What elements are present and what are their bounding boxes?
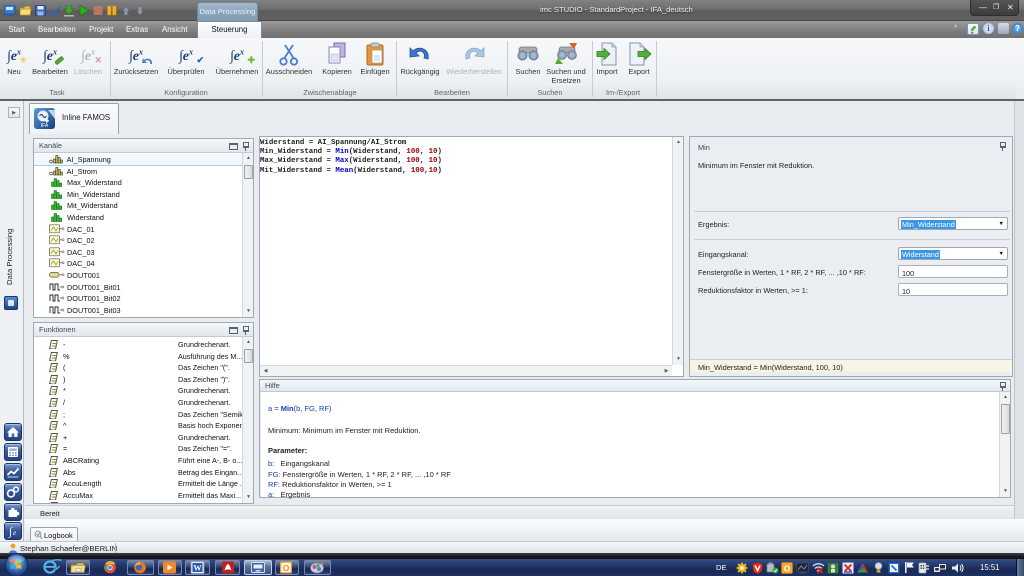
svg-text:IFA: IFA — [41, 123, 49, 129]
svg-text:e: e — [13, 529, 16, 537]
svg-text:O: O — [784, 564, 791, 574]
svg-text:O: O — [283, 563, 290, 573]
svg-text:W: W — [194, 564, 202, 573]
